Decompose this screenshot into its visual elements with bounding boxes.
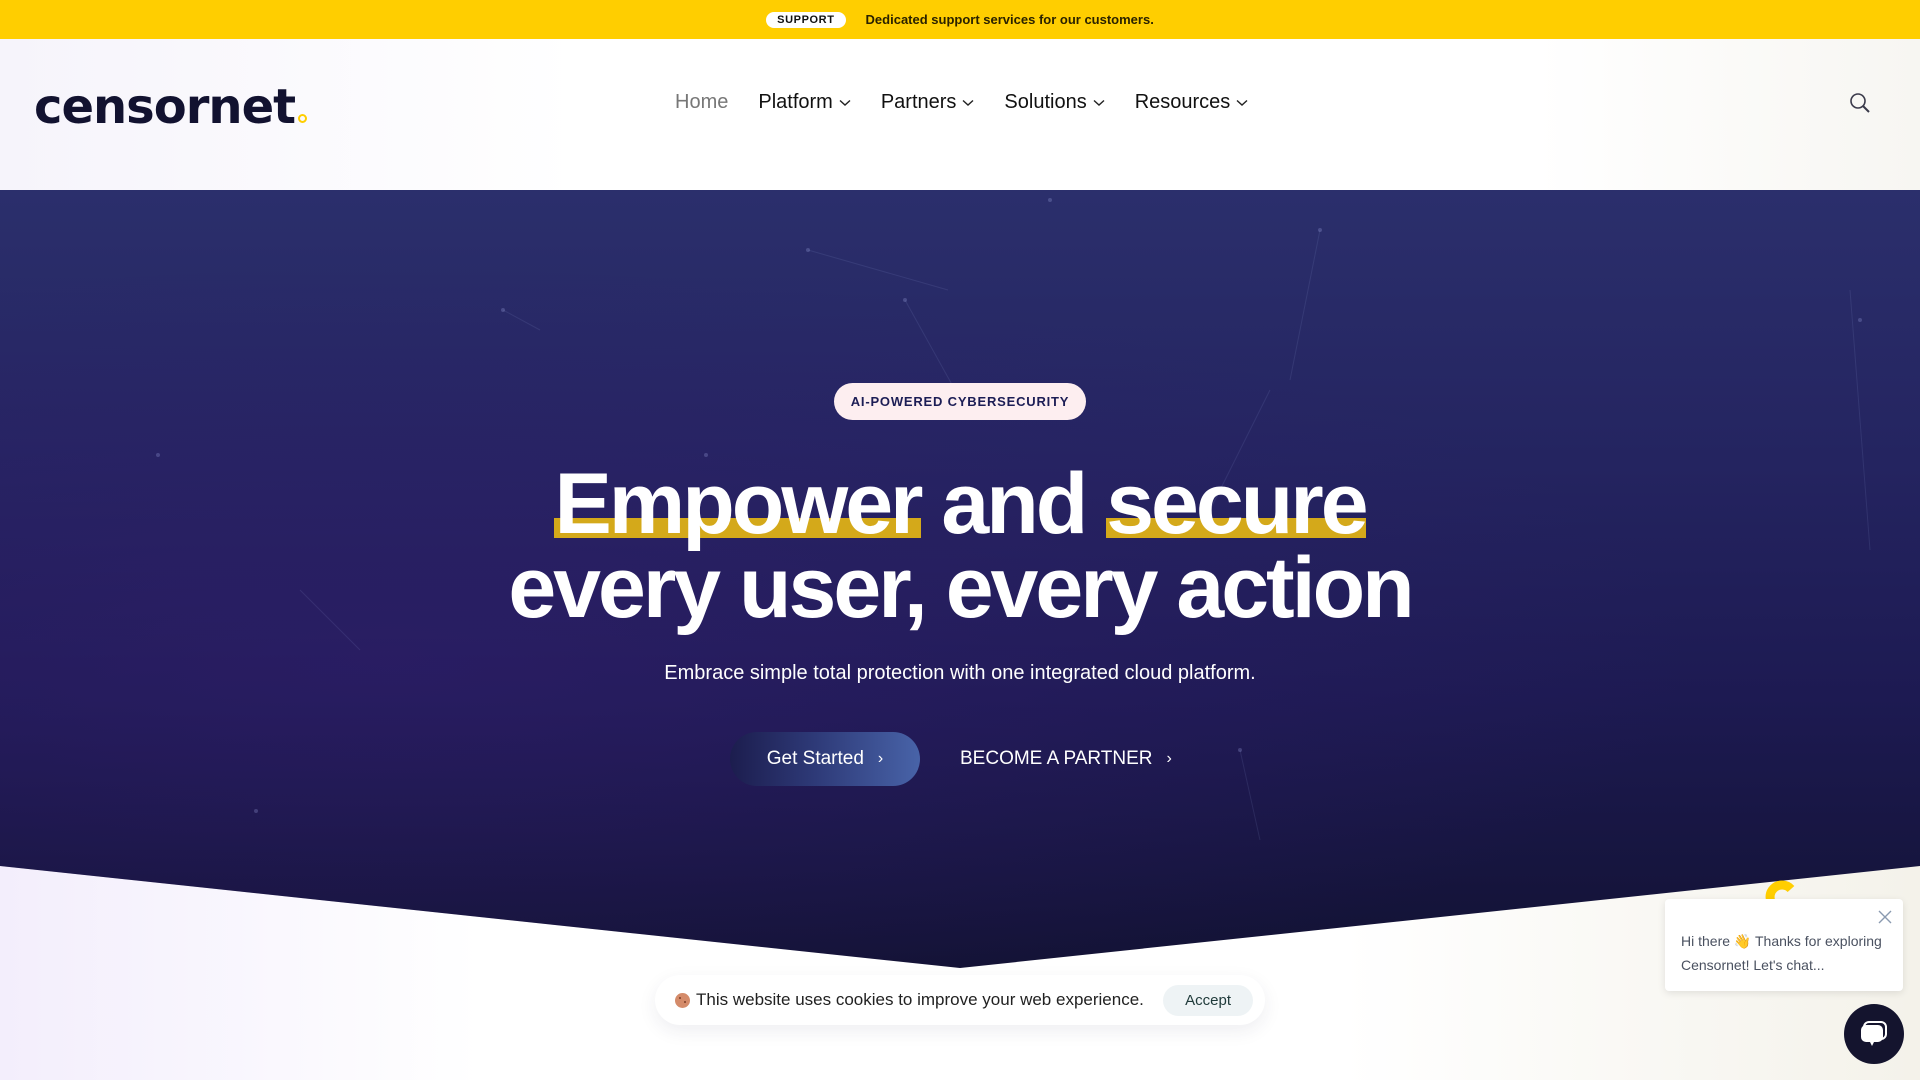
chevron-right-icon: ›: [1166, 750, 1172, 767]
nav-item-platform[interactable]: Platform: [758, 91, 851, 114]
chevron-down-icon: [1236, 99, 1248, 106]
logo-dot: [298, 114, 308, 123]
nav-item-solutions[interactable]: Solutions: [1004, 91, 1105, 114]
chevron-down-icon: [839, 99, 851, 106]
nav-label: Platform: [758, 91, 833, 113]
become-partner-button[interactable]: BECOME A PARTNER ›: [960, 732, 1172, 786]
support-badge[interactable]: SUPPORT: [766, 11, 846, 28]
logo-text: censornet: [34, 79, 296, 135]
chat-prompt[interactable]: Hi there 👋 Thanks for exploring Censorne…: [1665, 899, 1903, 991]
button-label: BECOME A PARTNER: [960, 748, 1153, 769]
nav-label: Solutions: [1004, 91, 1087, 113]
nav-label: Partners: [880, 91, 957, 113]
hero-headline: Empower and secure every user, every act…: [0, 456, 1920, 636]
announcement-bar: SUPPORT Dedicated support services for o…: [0, 0, 1920, 39]
nav-item-partners[interactable]: Partners: [881, 91, 975, 114]
nav-label: Home: [675, 91, 729, 113]
chat-launcher-button[interactable]: [1844, 1004, 1904, 1064]
cookie-banner: This website uses cookies to improve you…: [655, 975, 1265, 1025]
announcement-message[interactable]: Dedicated support services for our custo…: [866, 12, 1154, 27]
headline-line-1: Empower and secure: [0, 456, 1920, 552]
search-icon[interactable]: [1848, 91, 1872, 115]
chat-bubble-icon: [1861, 1021, 1887, 1046]
chevron-down-icon: [962, 99, 974, 106]
chevron-down-icon: [1093, 99, 1105, 106]
chat-message: Hi there 👋 Thanks for exploring Censorne…: [1681, 933, 1882, 973]
nav-label: Resources: [1134, 91, 1231, 113]
accept-cookies-button[interactable]: Accept: [1163, 984, 1253, 1016]
cookie-icon: [675, 992, 690, 1008]
highlighted-word: secure: [1106, 456, 1369, 552]
logo[interactable]: censornet: [34, 79, 308, 135]
close-icon[interactable]: [1877, 909, 1893, 925]
site-header: censornet Home Platform Partners Solutio…: [0, 39, 1920, 190]
main-nav: Home Platform Partners Solutions Resourc…: [675, 91, 1248, 114]
headline-text: and: [920, 456, 1107, 552]
chevron-right-icon: ›: [877, 750, 884, 767]
button-label: Get Started: [766, 748, 864, 769]
nav-item-home[interactable]: Home: [675, 91, 728, 114]
nav-item-resources[interactable]: Resources: [1135, 91, 1249, 114]
highlighted-word: Empower: [554, 456, 924, 552]
headline-line-2: every user, every action: [508, 540, 1414, 636]
cookie-message: This website uses cookies to improve you…: [696, 990, 1144, 1009]
get-started-button[interactable]: Get Started ›: [730, 732, 920, 786]
hero-tag: AI-POWERED CYBERSECURITY: [834, 383, 1086, 420]
hero-subtitle: Embrace simple total protection with one…: [664, 662, 1256, 684]
